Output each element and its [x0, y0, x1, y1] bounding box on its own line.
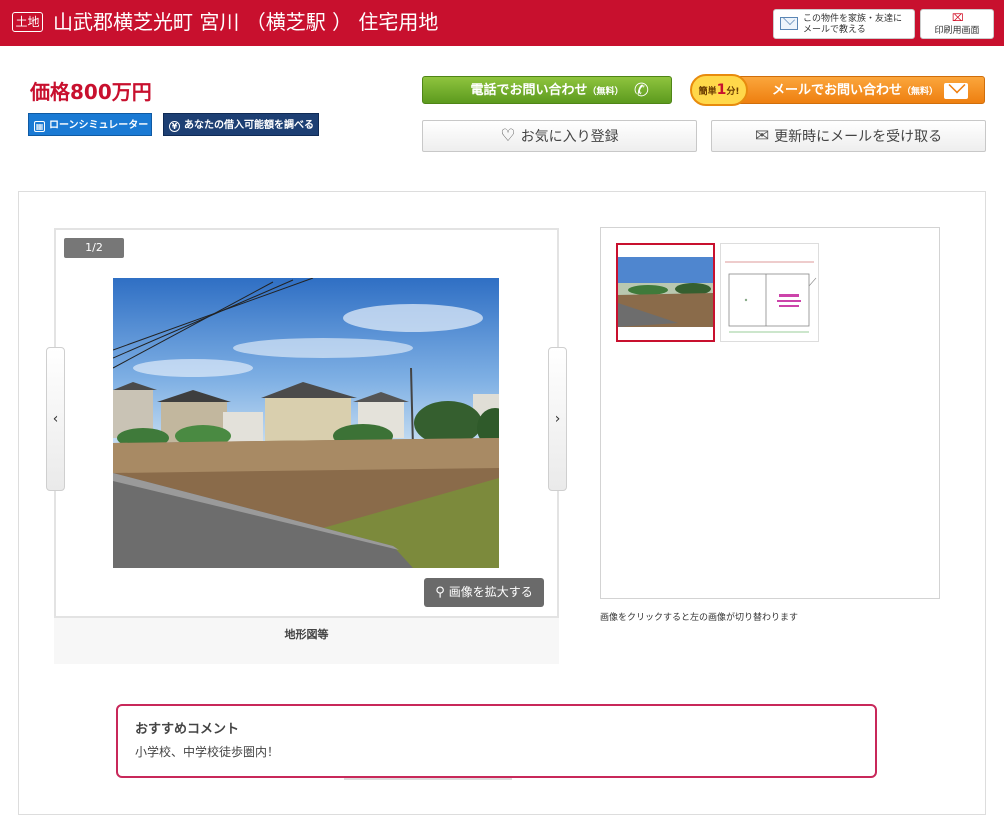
- calculator-icon: ▦: [34, 121, 45, 132]
- thumbnail-hint: 画像をクリックすると左の画像が切り替わります: [600, 613, 799, 623]
- badge-number: 1: [716, 82, 727, 98]
- badge-prefix: 簡単: [698, 87, 717, 97]
- easy-one-minute-badge: 簡単1分!: [690, 74, 748, 106]
- loan-simulator-button[interactable]: ▦ ローンシミュレーター: [28, 113, 152, 136]
- loan-simulator-label: ローンシミュレーター: [49, 120, 149, 131]
- phone-inquiry-note: （無料）: [587, 87, 624, 97]
- yen-icon: ¥: [169, 121, 180, 132]
- phone-inquiry-button[interactable]: 電話でお問い合わせ（無料） ✆: [422, 76, 672, 104]
- share-by-mail-label: この物件を家族・友達に メールで教える: [803, 14, 903, 35]
- image-counter: 1/2: [64, 238, 124, 258]
- phone-inquiry-label: 電話でお問い合わせ: [470, 83, 588, 98]
- borrowing-capacity-label: あなたの借入可能額を調べる: [184, 120, 314, 131]
- mail-inquiry-button[interactable]: メールでお問い合わせ（無料）: [711, 76, 985, 104]
- favorite-label: お気に入り登録: [520, 129, 619, 145]
- zoom-image-label: 画像を拡大する: [448, 585, 533, 599]
- mail-inquiry-label: メールでお問い合わせ: [771, 83, 902, 98]
- print-label: 印刷用画面: [934, 26, 980, 36]
- property-title: 山武郡横芝光町 宮川 （横芝駅 ） 住宅用地: [53, 10, 439, 34]
- share-by-mail-button[interactable]: この物件を家族・友達に メールで教える: [773, 9, 915, 39]
- recommendation-comment-box: [116, 704, 877, 778]
- favorite-button[interactable]: ♡ お気に入り登録: [422, 120, 697, 152]
- update-notify-button[interactable]: ✉ 更新時にメールを受け取る: [711, 120, 986, 152]
- update-notify-label: 更新時にメールを受け取る: [774, 129, 943, 145]
- property-type-badge: 土地: [12, 12, 43, 32]
- thumbnail-photo[interactable]: [616, 243, 715, 342]
- main-photo[interactable]: [113, 278, 499, 568]
- thumbnail-land-map-image: [721, 244, 818, 341]
- previous-image-button[interactable]: ‹: [46, 347, 65, 491]
- main-photo-image: [113, 278, 499, 568]
- divider: [344, 778, 512, 780]
- image-caption: 地形図等: [284, 628, 329, 641]
- phone-icon: ✆: [633, 80, 649, 101]
- zoom-image-button[interactable]: ⚲ 画像を拡大する: [424, 578, 544, 607]
- price: 価格800万円: [30, 80, 152, 104]
- pdf-icon: ⌧: [952, 13, 964, 24]
- envelope-icon: [944, 83, 968, 99]
- next-image-button[interactable]: ›: [548, 347, 567, 491]
- mail-open-icon: ✉: [754, 126, 770, 146]
- recommendation-title: おすすめコメント: [135, 722, 240, 737]
- mail-icon: [780, 17, 798, 30]
- recommendation-text: 小学校、中学校徒歩圏内！: [135, 745, 280, 759]
- thumbnail-photo-image: [618, 245, 713, 340]
- print-button[interactable]: ⌧ 印刷用画面: [920, 9, 994, 39]
- magnifier-icon: ⚲: [435, 585, 445, 600]
- mail-inquiry-note: （無料）: [902, 87, 939, 97]
- badge-suffix: 分!: [726, 87, 740, 97]
- borrowing-capacity-button[interactable]: ¥ あなたの借入可能額を調べる: [163, 113, 319, 136]
- thumbnail-land-map[interactable]: [720, 243, 819, 342]
- header-bar: 土地 山武郡横芝光町 宮川 （横芝駅 ） 住宅用地 この物件を家族・友達に メー…: [0, 0, 1004, 46]
- heart-icon: ♡: [500, 126, 516, 146]
